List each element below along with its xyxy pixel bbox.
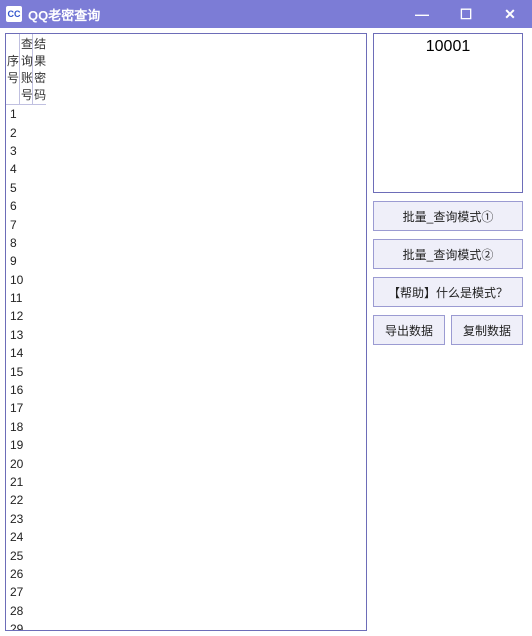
batch-mode1-button[interactable]: 批量_查询模式① (373, 201, 523, 231)
results-panel: 序号 查询账号 结果密码 110001121000110001fffffffff… (5, 33, 367, 631)
cell-seq: 26 (6, 565, 46, 583)
app-icon: CC (6, 6, 22, 22)
table-row[interactable]: 21000110001ffffffffffff (6, 123, 46, 141)
cell-seq: 13 (6, 326, 46, 344)
table-row[interactable]: 1910001jkjk.n kl (6, 436, 46, 454)
cell-seq: 28 (6, 602, 46, 620)
maximize-button[interactable]: ☐ (444, 0, 488, 28)
cell-seq: 7 (6, 215, 46, 233)
table-row[interactable]: 2310001romantic (6, 510, 46, 528)
copy-button[interactable]: 复制数据 (451, 315, 523, 345)
table-row[interactable]: 14100016235258 (6, 344, 46, 362)
cell-seq: 29 (6, 620, 46, 631)
table-row[interactable]: 710001123456 (6, 215, 46, 233)
table-row[interactable]: 2510001woainilili661991 (6, 546, 46, 564)
table-row[interactable]: 151000185485485 (6, 362, 46, 380)
cell-seq: 2 (6, 123, 46, 141)
cell-seq: 4 (6, 160, 46, 178)
table-row[interactable]: 2810001c04310315cd2a2f859408c... (6, 602, 46, 620)
table-row[interactable]: 310001111111 (6, 142, 46, 160)
table-row[interactable]: 101000113857616219 (6, 271, 46, 289)
col-password[interactable]: 结果密码 (33, 34, 46, 105)
table-row[interactable]: 6100011232456 (6, 197, 46, 215)
cell-seq: 21 (6, 473, 46, 491)
cell-seq: 19 (6, 436, 46, 454)
table-row[interactable]: 13100015511111 (6, 326, 46, 344)
table-row[interactable]: 510001120140170 (6, 179, 46, 197)
cell-seq: 27 (6, 583, 46, 601)
close-button[interactable]: ✕ (488, 0, 532, 28)
col-seq[interactable]: 序号 (6, 34, 19, 105)
table-row[interactable]: 2110001mahuaten (6, 473, 46, 491)
help-button[interactable]: 【帮助】什么是模式？ (373, 277, 523, 307)
table-row[interactable]: 1810001ftujh (6, 418, 46, 436)
results-table[interactable]: 序号 查询账号 结果密码 110001121000110001fffffffff… (6, 34, 366, 631)
col-account[interactable]: 查询账号 (19, 34, 32, 105)
cell-seq: 18 (6, 418, 46, 436)
export-button[interactable]: 导出数据 (373, 315, 445, 345)
table-row[interactable]: 810001123456789 (6, 234, 46, 252)
cell-seq: 5 (6, 179, 46, 197)
cell-seq: 3 (6, 142, 46, 160)
table-row[interactable]: 910001123456789a (6, 252, 46, 270)
cell-seq: 6 (6, 197, 46, 215)
table-row[interactable]: 26100018237768ad98104287f6ebf7... (6, 565, 46, 583)
table-row[interactable]: 2410001wl1005 (6, 528, 46, 546)
cell-seq: 17 (6, 399, 46, 417)
cell-seq: 1 (6, 105, 46, 123)
cell-seq: 23 (6, 510, 46, 528)
cell-seq: 22 (6, 491, 46, 509)
cell-seq: 24 (6, 528, 46, 546)
cell-seq: 12 (6, 307, 46, 325)
cell-seq: 11 (6, 289, 46, 307)
table-row[interactable]: 1100011 (6, 105, 46, 123)
minimize-button[interactable]: — (400, 0, 444, 28)
table-row[interactable]: 12100012452452 (6, 307, 46, 325)
table-row[interactable]: 2210001mahuatenglaji (6, 491, 46, 509)
batch-mode2-button[interactable]: 批量_查询模式② (373, 239, 523, 269)
table-row[interactable]: 410001112233 (6, 160, 46, 178)
cell-seq: 25 (6, 546, 46, 564)
cell-seq: 16 (6, 381, 46, 399)
cell-seq: 14 (6, 344, 46, 362)
query-input[interactable]: 10001 (373, 33, 523, 193)
cell-seq: 8 (6, 234, 46, 252)
cell-seq: 15 (6, 362, 46, 380)
titlebar[interactable]: CC QQ老密查询 — ☐ ✕ (0, 0, 532, 28)
table-row[interactable]: 27100018237768ad98104287f6ebf7... (6, 583, 46, 601)
cell-seq: 20 (6, 454, 46, 472)
table-row[interactable]: 2010001ling|HL (6, 454, 46, 472)
window-title: QQ老密查询 (28, 5, 100, 24)
cell-seq: 9 (6, 252, 46, 270)
table-row[interactable]: 111000120484066122332456 (6, 289, 46, 307)
table-row[interactable]: 1610001ac13550040540bc (6, 381, 46, 399)
cell-seq: 10 (6, 271, 46, 289)
table-row[interactable]: 1710001fgdfgsdfgsfg (6, 399, 46, 417)
table-row[interactable]: 29100016Cxd2X986x (6, 620, 46, 631)
